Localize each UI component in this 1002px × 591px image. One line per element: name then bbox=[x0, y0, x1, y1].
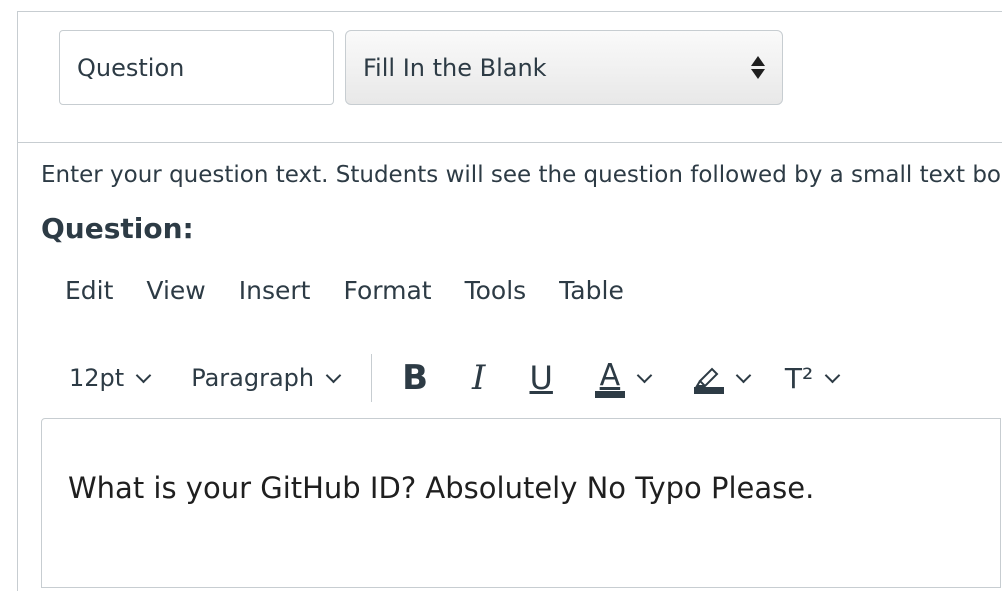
question-header: Question Fill In the Blank bbox=[18, 12, 1002, 143]
block-format-value: Paragraph bbox=[191, 364, 315, 392]
chevron-down-icon bbox=[135, 367, 152, 383]
question-instruction: Enter your question text. Students will … bbox=[41, 162, 1001, 188]
text-color-icon: A bbox=[594, 358, 625, 398]
chevron-down-icon bbox=[636, 367, 653, 383]
menu-format[interactable]: Format bbox=[343, 276, 431, 305]
question-type-value: Fill In the Blank bbox=[363, 53, 547, 82]
question-name-input[interactable]: Question bbox=[59, 30, 334, 105]
superscript-button[interactable]: T² bbox=[784, 361, 841, 395]
menu-table[interactable]: Table bbox=[559, 276, 624, 305]
menu-tools[interactable]: Tools bbox=[465, 276, 527, 305]
highlighter-icon bbox=[693, 363, 724, 394]
question-type-select[interactable]: Fill In the Blank bbox=[345, 30, 783, 105]
select-arrows-icon bbox=[751, 56, 765, 79]
rich-text-editor[interactable]: What is your GitHub ID? Absolutely No Ty… bbox=[41, 418, 1001, 588]
italic-button[interactable]: I bbox=[472, 358, 485, 398]
chevron-down-icon bbox=[325, 367, 342, 383]
menu-insert[interactable]: Insert bbox=[239, 276, 311, 305]
bold-button[interactable]: B bbox=[402, 358, 428, 398]
toolbar-divider bbox=[371, 354, 373, 402]
text-color-button[interactable]: A bbox=[594, 358, 653, 398]
question-label: Question: bbox=[41, 212, 194, 245]
highlight-color-button[interactable] bbox=[693, 363, 752, 394]
font-size-dropdown[interactable]: 12pt bbox=[69, 364, 152, 392]
editor-content[interactable]: What is your GitHub ID? Absolutely No Ty… bbox=[68, 471, 814, 505]
editor-menubar: Edit View Insert Format Tools Table bbox=[65, 276, 657, 305]
chevron-down-icon bbox=[735, 367, 752, 383]
editor-toolbar: 12pt Paragraph B I U A T² bbox=[69, 352, 841, 404]
menu-view[interactable]: View bbox=[146, 276, 205, 305]
font-size-value: 12pt bbox=[69, 364, 125, 392]
block-format-dropdown[interactable]: Paragraph bbox=[191, 364, 342, 392]
superscript-icon: T² bbox=[784, 361, 814, 395]
chevron-down-icon bbox=[824, 367, 841, 383]
menu-edit[interactable]: Edit bbox=[65, 276, 113, 305]
underline-button[interactable]: U bbox=[529, 359, 552, 397]
